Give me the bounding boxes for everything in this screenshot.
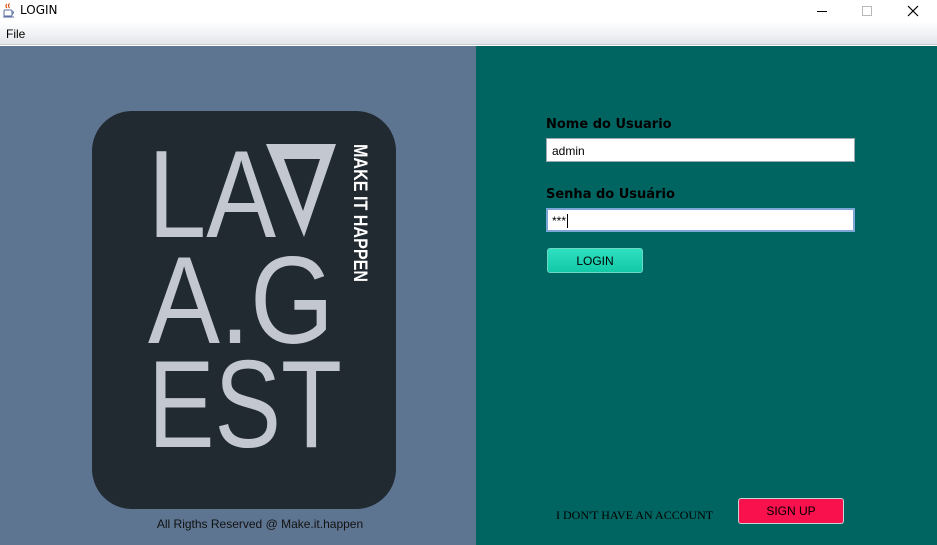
no-account-text: I DON'T HAVE AN ACCOUNT — [556, 508, 714, 522]
maximize-button[interactable] — [844, 0, 890, 22]
signup-button[interactable]: SIGN UP — [738, 498, 844, 524]
password-value: *** — [552, 214, 567, 228]
text-caret — [567, 214, 569, 228]
java-coffee-icon — [1, 2, 17, 18]
logo: LA A.G EST MAKE IT HAPPEN — [92, 111, 396, 509]
window-title: LOGIN — [20, 3, 58, 17]
password-label: Senha do Usuário — [546, 187, 675, 202]
logo-tagline: MAKE IT HAPPEN — [349, 144, 370, 282]
minimize-icon — [817, 11, 827, 12]
username-label: Nome do Usuario — [546, 117, 672, 132]
maximize-icon — [862, 6, 872, 16]
logo-line-3: EST — [148, 336, 342, 474]
minimize-button[interactable] — [799, 0, 845, 22]
menu-bar: File — [0, 22, 937, 45]
title-bar: LOGIN — [0, 0, 937, 22]
close-button[interactable] — [890, 0, 936, 22]
copyright-text: All Rigths Reserved @ Make.it.happen — [156, 517, 364, 531]
login-panel: Nome do Usuario admin Senha do Usuário *… — [476, 46, 937, 545]
username-value: admin — [552, 144, 585, 158]
close-icon — [907, 5, 919, 17]
login-button[interactable]: LOGIN — [547, 248, 643, 273]
menu-item-file[interactable]: File — [6, 27, 25, 41]
password-field[interactable]: *** — [546, 208, 855, 232]
brand-panel: LA A.G EST MAKE IT HAPPEN All Rigths Res… — [0, 46, 476, 545]
lavagest-logo-graphic: LA A.G EST MAKE IT HAPPEN — [148, 126, 370, 474]
username-field[interactable]: admin — [546, 138, 855, 162]
